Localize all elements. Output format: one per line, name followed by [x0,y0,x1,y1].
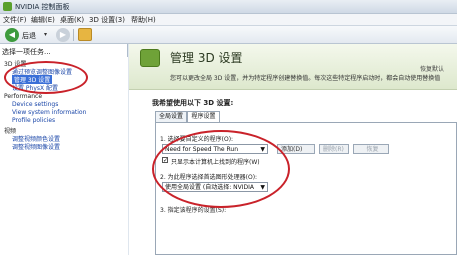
nvidia-logo-icon [3,2,12,11]
tree-category-performance[interactable]: Performance [4,93,42,100]
forward-button[interactable]: ▶ [56,28,70,42]
tree-item-video-image[interactable]: 调整视频图像设置 [12,142,60,151]
remove-program-button[interactable]: 删除(R) [319,144,349,154]
arrow-right-icon: ▶ [59,30,67,39]
menu-file[interactable]: 文件(F) [3,15,27,25]
back-label[interactable]: 后退 [22,31,36,41]
highlight-circle-right [152,130,290,208]
back-dropdown-icon[interactable]: ▾ [44,31,47,38]
tree-item-device-settings[interactable]: Device settings [12,101,58,108]
task-header: 选择一项任务... [2,48,51,56]
tree-item-profile-policies[interactable]: Profile policies [12,117,55,124]
restore-defaults-link[interactable]: 恢复默认 [420,64,444,73]
menu-bar: 文件(F) 编辑(E) 桌面(K) 3D 设置(3) 帮助(H) [0,14,457,26]
section-label: 我希望使用以下 3D 设置: [152,99,234,107]
menu-3d-settings[interactable]: 3D 设置(3) [89,15,125,25]
title-bar: NVIDIA 控制面板 [0,0,457,14]
tree-item-system-info[interactable]: View system information [12,109,86,116]
tab-global-settings[interactable]: 全局设置 [155,111,187,122]
3d-settings-icon [140,49,160,67]
menu-edit[interactable]: 编辑(E) [31,15,55,25]
menu-help[interactable]: 帮助(H) [131,15,156,25]
highlight-circle-left [4,61,88,94]
toolbar-divider [73,29,74,41]
restore-program-button[interactable]: 恢复 [353,144,389,154]
home-icon[interactable] [78,28,92,41]
back-button[interactable]: ◀ [5,28,19,42]
window-title: NVIDIA 控制面板 [15,3,70,11]
page-title: 管理 3D 设置 [170,51,243,65]
arrow-left-icon: ◀ [8,30,16,39]
page-description: 您可以更改全局 3D 设置，并为特定程序创建替换值。每次这些特定程序启动时，都会… [170,75,441,82]
menu-desktop[interactable]: 桌面(K) [60,15,84,25]
toolbar: ◀ 后退 ▾ ▶ [0,26,457,44]
